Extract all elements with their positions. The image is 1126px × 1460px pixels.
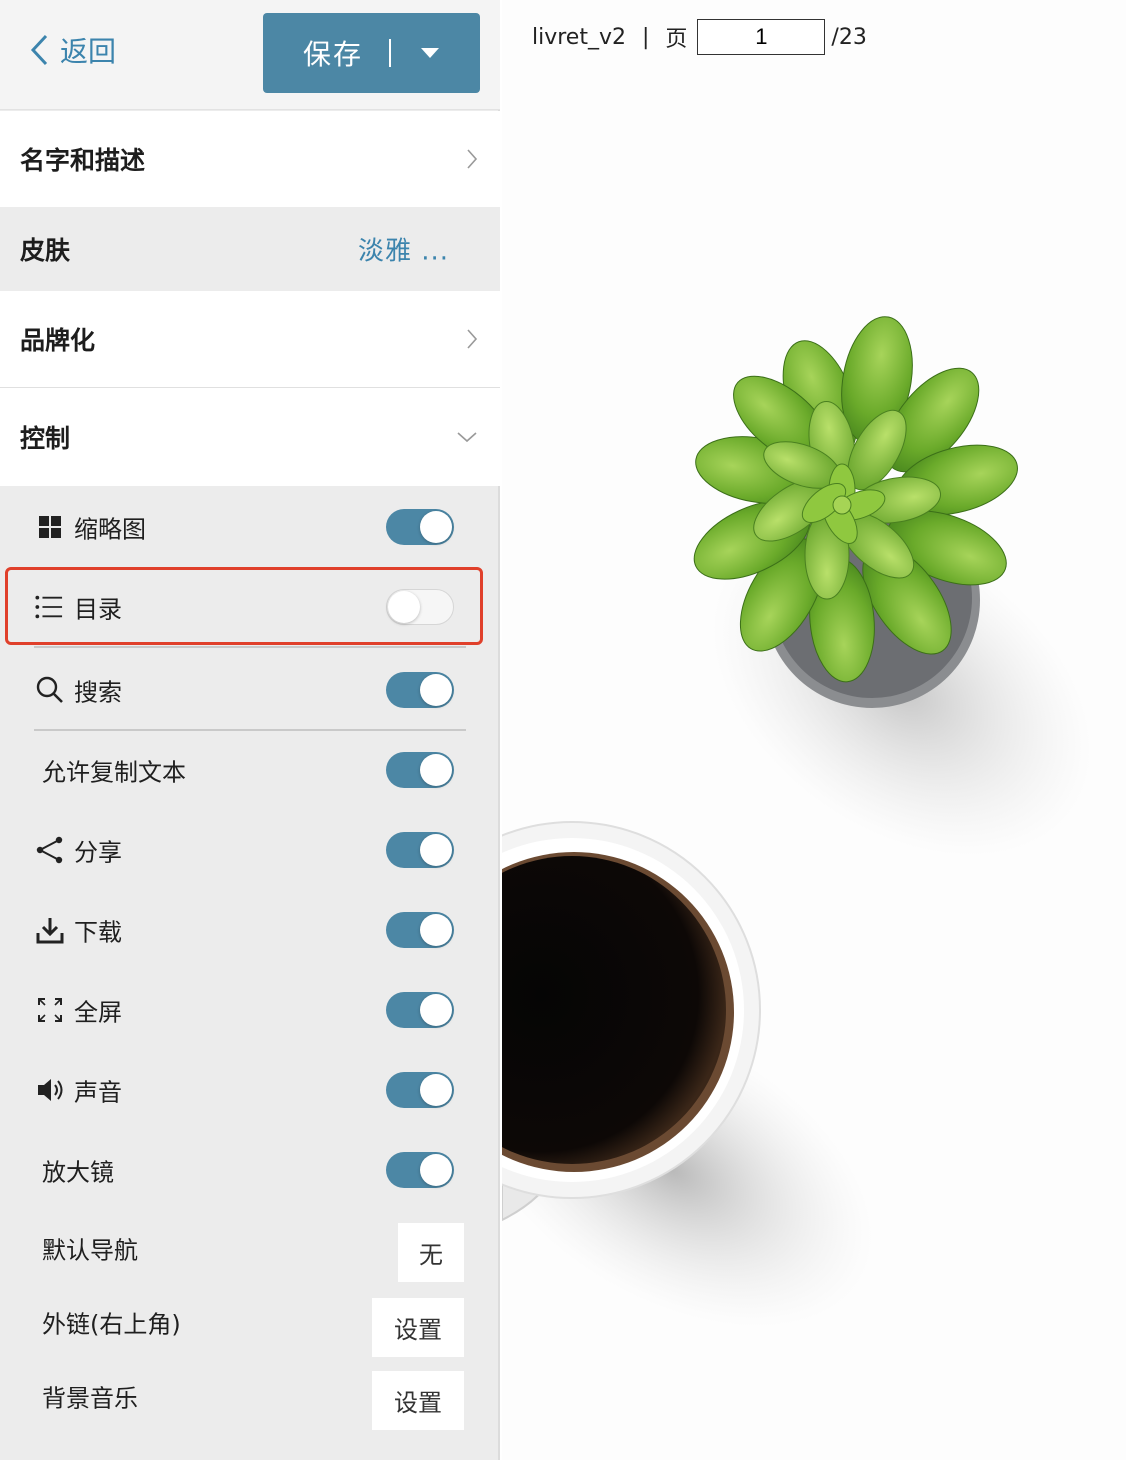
search-icon [36, 676, 64, 704]
control-row-copy-text: 允许复制文本 [0, 740, 500, 800]
chevron-right-icon [466, 148, 478, 170]
control-row-magnifier: 放大镜 [0, 1140, 500, 1200]
download-toggle[interactable] [386, 912, 454, 948]
row-separator [34, 646, 466, 648]
document-name: livret_v2 [532, 24, 626, 50]
page-navigator: livret_v2 | 页 /23 [532, 18, 867, 56]
control-label: 分享 [74, 838, 122, 867]
toggle-knob [420, 914, 452, 946]
app-root: 返回 保存 名字和描述 皮肤 淡雅 ... 品牌化 控制 缩略图 目录 搜索 允… [0, 0, 1126, 1460]
option-label: 默认导航 [42, 1236, 138, 1265]
control-label: 目录 [74, 595, 122, 624]
control-row-toc: 目录 [0, 577, 500, 637]
toggle-knob [420, 754, 452, 786]
section-branding[interactable]: 品牌化 [0, 291, 500, 387]
chevron-down-icon [456, 431, 478, 443]
section-title: 皮肤 [20, 236, 71, 265]
row-separator [34, 729, 466, 731]
control-label: 允许复制文本 [42, 758, 186, 787]
section-name-description[interactable]: 名字和描述 [0, 111, 500, 207]
control-label: 全屏 [74, 998, 122, 1027]
toggle-knob [420, 1074, 452, 1106]
cover-photo [502, 316, 1092, 1328]
save-button-divider [389, 39, 392, 67]
download-icon [36, 916, 64, 944]
section-title: 名字和描述 [20, 146, 146, 175]
settings-sidebar: 返回 保存 名字和描述 皮肤 淡雅 ... 品牌化 控制 缩略图 目录 搜索 允… [0, 0, 500, 1460]
skin-value-link[interactable]: 淡雅 ... [358, 231, 449, 268]
toggle-knob [420, 1154, 452, 1186]
section-controls[interactable]: 控制 [0, 388, 500, 486]
sidebar-header: 返回 保存 [0, 0, 500, 110]
sound-toggle[interactable] [386, 1072, 454, 1108]
control-row-thumbnails: 缩略图 [0, 497, 500, 557]
total-pages: /23 [831, 24, 867, 50]
section-title: 品牌化 [20, 326, 96, 355]
fullscreen-toggle[interactable] [386, 992, 454, 1028]
thumbnails-toggle[interactable] [386, 509, 454, 545]
caret-down-icon[interactable] [421, 48, 440, 58]
control-label: 放大镜 [42, 1158, 114, 1187]
control-label: 声音 [74, 1078, 122, 1107]
chevron-right-icon [466, 328, 478, 350]
toc-toggle[interactable] [386, 589, 454, 625]
search-toggle[interactable] [386, 672, 454, 708]
section-skin: 皮肤 淡雅 ... [0, 207, 500, 291]
flipbook-viewer: livret_v2 | 页 /23 [502, 0, 1126, 1460]
section-title: 控制 [20, 424, 71, 453]
share-icon [36, 836, 64, 864]
pager-separator: | [641, 24, 650, 50]
chevron-left-icon [30, 34, 48, 66]
speaker-icon [36, 1076, 64, 1104]
toggle-knob [420, 994, 452, 1026]
option-label: 背景音乐 [42, 1384, 138, 1413]
default-nav-select[interactable]: 无 [398, 1223, 464, 1282]
fullscreen-icon [36, 996, 64, 1024]
grid-icon [36, 513, 64, 541]
control-label: 搜索 [74, 678, 122, 707]
toggle-knob [388, 591, 420, 623]
toggle-knob [420, 674, 452, 706]
toggle-knob [420, 511, 452, 543]
page-label: 页 [665, 27, 688, 52]
page-number-input[interactable] [697, 19, 826, 55]
back-button[interactable]: 返回 [28, 30, 116, 70]
control-label: 下载 [74, 918, 122, 947]
list-icon [35, 593, 63, 621]
toggle-knob [420, 834, 452, 866]
external-link-settings-button[interactable]: 设置 [372, 1298, 464, 1357]
copy-text-toggle[interactable] [386, 752, 454, 788]
bg-music-settings-button[interactable]: 设置 [372, 1371, 464, 1430]
share-toggle[interactable] [386, 832, 454, 868]
control-row-share: 分享 [0, 820, 500, 880]
back-label: 返回 [60, 35, 117, 68]
control-row-download: 下载 [0, 900, 500, 960]
magnifier-toggle[interactable] [386, 1152, 454, 1188]
save-button[interactable]: 保存 [263, 13, 480, 93]
control-row-search: 搜索 [0, 660, 500, 720]
control-label: 缩略图 [74, 515, 146, 544]
save-label: 保存 [303, 38, 364, 71]
control-row-fullscreen: 全屏 [0, 980, 500, 1040]
option-label: 外链(右上角) [42, 1310, 181, 1339]
control-row-sound: 声音 [0, 1060, 500, 1120]
